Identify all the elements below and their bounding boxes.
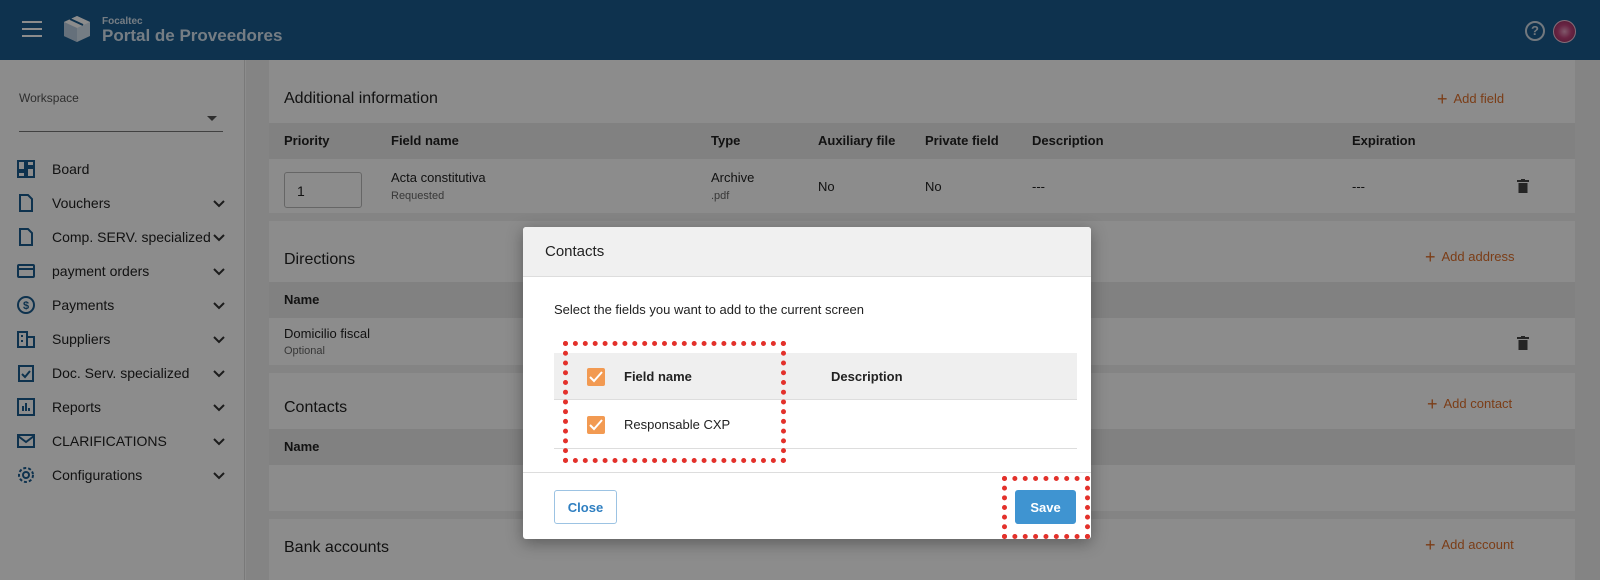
modal-instruction: Select the fields you want to add to the…: [554, 302, 865, 317]
modal-table-header: Field name Description: [554, 353, 1077, 400]
table-row: Responsable CXP: [554, 401, 1077, 449]
row-checkbox[interactable]: [587, 416, 605, 434]
select-all-checkbox[interactable]: [587, 368, 605, 386]
save-button[interactable]: Save: [1015, 490, 1076, 524]
checkmark-icon: [589, 419, 603, 431]
col-description: Description: [831, 369, 903, 384]
close-button[interactable]: Close: [554, 490, 617, 524]
col-field-name: Field name: [624, 369, 692, 384]
modal-header: Contacts: [523, 227, 1091, 277]
contacts-modal: Contacts Select the fields you want to a…: [523, 227, 1091, 539]
checkmark-icon: [589, 371, 603, 383]
row-field-name: Responsable CXP: [624, 417, 731, 432]
modal-title: Contacts: [545, 243, 605, 260]
modal-footer: Close Save: [523, 472, 1091, 539]
